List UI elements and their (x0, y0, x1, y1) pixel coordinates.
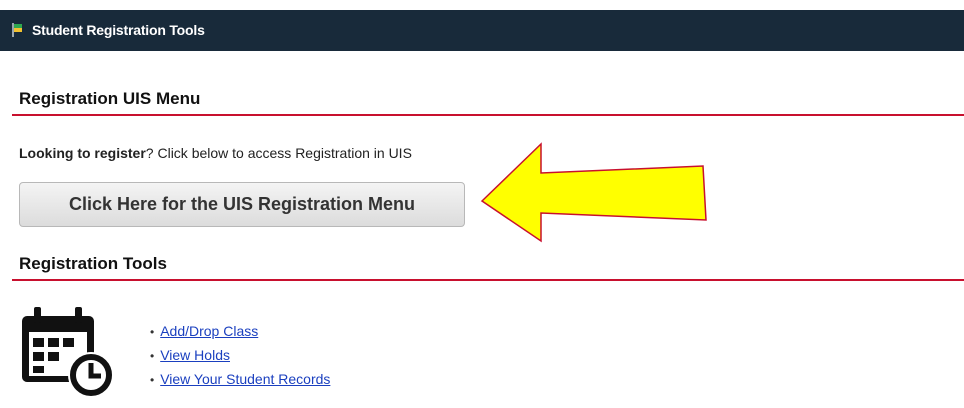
add-drop-class-link[interactable]: Add/Drop Class (160, 323, 258, 339)
section-heading-tools: Registration Tools (19, 254, 167, 273)
intro-bold: Looking to register (19, 145, 146, 161)
registration-tools-list: Add/Drop Class View Holds View Your Stud… (150, 320, 330, 392)
list-item: View Holds (150, 344, 330, 368)
intro-rest: ? Click below to access Registration in … (145, 145, 412, 161)
calendar-clock-icon (22, 307, 114, 398)
list-item: View Your Student Records (150, 368, 330, 392)
view-holds-link[interactable]: View Holds (160, 347, 230, 363)
section-divider (12, 279, 964, 281)
list-item: Add/Drop Class (150, 320, 330, 344)
intro-text: Looking to register? Click below to acce… (19, 145, 412, 161)
portlet-titlebar: Student Registration Tools (0, 10, 964, 51)
flag-icon (12, 23, 22, 37)
yellow-arrow-annotation (480, 142, 707, 243)
uis-registration-menu-button[interactable]: Click Here for the UIS Registration Menu (19, 182, 465, 227)
section-heading-uis: Registration UIS Menu (19, 89, 201, 108)
view-student-records-link[interactable]: View Your Student Records (160, 371, 330, 387)
portlet-title: Student Registration Tools (32, 22, 205, 38)
section-divider (12, 114, 964, 116)
